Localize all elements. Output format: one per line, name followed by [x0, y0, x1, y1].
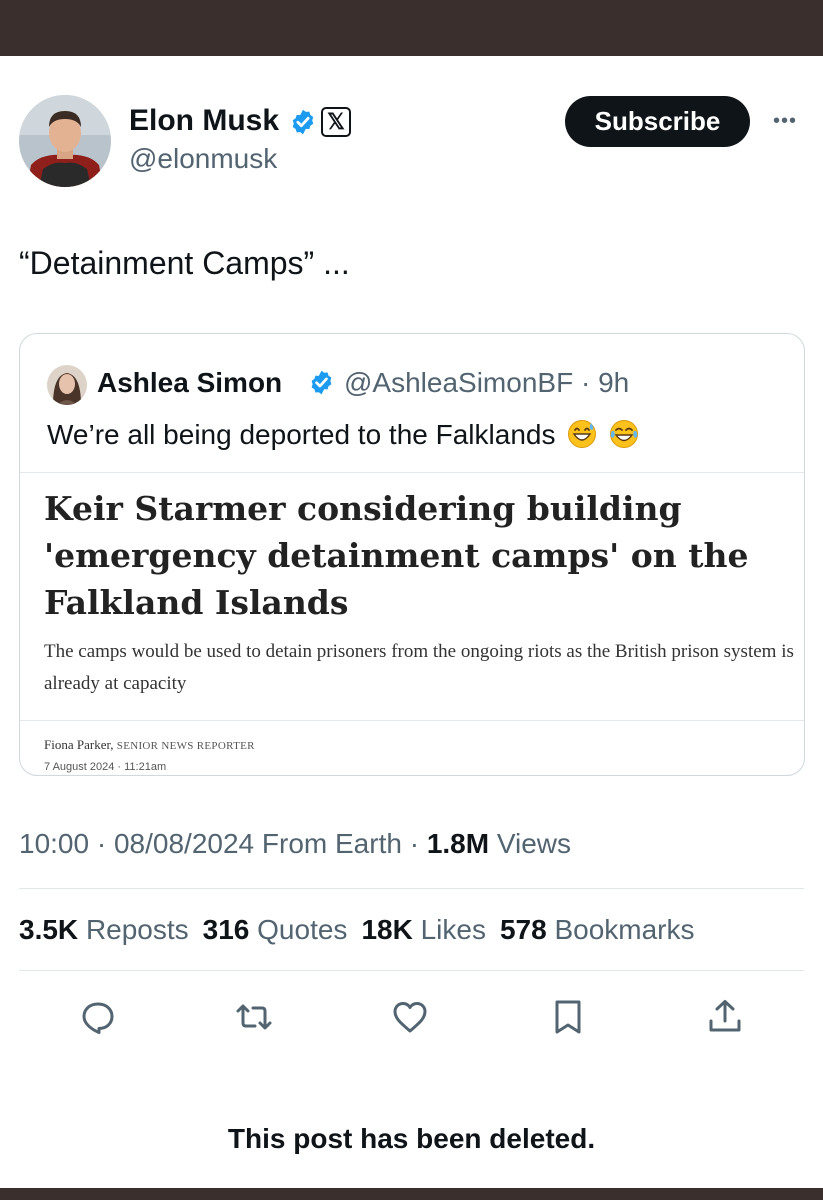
engagement-stats: 3.5K Reposts 316 Quotes 18K Likes 578 Bookm…: [19, 912, 695, 948]
quoted-post-text: We’re all being deported to the Falkland…: [47, 419, 556, 450]
article-date: 7 August 2024 · 11:21am: [44, 761, 167, 773]
more-options-icon[interactable]: •••: [768, 110, 802, 132]
bottom-frame-bar: [0, 1188, 823, 1200]
divider: [19, 888, 804, 889]
bookmarks-count: 578: [499, 914, 547, 945]
repost-icon[interactable]: [234, 997, 274, 1037]
bookmark-icon[interactable]: [548, 997, 588, 1037]
post-text: “Detainment Camps” ...: [19, 245, 350, 281]
likes-label: Likes: [420, 914, 486, 945]
reposts-stat[interactable]: 3.5K Reposts: [19, 914, 189, 945]
quoted-separator: ·: [580, 367, 591, 398]
quoted-author-handle-and-time[interactable]: @AshleaSimonBF · 9h: [344, 366, 629, 400]
author-handle[interactable]: @elonmusk: [129, 141, 277, 177]
quotes-label: Quotes: [257, 914, 348, 945]
divider: [19, 970, 804, 971]
quotes-stat[interactable]: 316 Quotes: [203, 914, 348, 945]
article-divider: [20, 720, 804, 721]
verified-badge-icon: [292, 109, 314, 135]
quoted-post-text-row: We’re all being deported to the Falkland…: [47, 417, 639, 453]
quoted-post-card[interactable]: Ashlea Simon @AshleaSimonBF · 9h We’re a…: [19, 333, 805, 776]
article-standfirst: The camps would be used to detain prison…: [44, 641, 794, 694]
likes-count: 18K: [361, 914, 413, 945]
deleted-post-notice: This post has been deleted.: [227, 1123, 596, 1154]
post-date[interactable]: 08/08/2024: [114, 828, 254, 859]
bookmarks-stat[interactable]: 578 Bookmarks: [500, 914, 695, 945]
likes-stat[interactable]: 18K Likes: [361, 914, 486, 945]
meta-separator: ·: [96, 828, 107, 859]
bookmarks-label: Bookmarks: [554, 914, 695, 945]
article-byline: Fiona Parker, SENIOR NEWS REPORTER: [44, 737, 255, 753]
meta-separator: ·: [409, 828, 420, 859]
reposts-label: Reposts: [85, 914, 189, 945]
views-label: Views: [496, 828, 572, 859]
quoted-verified-badge-icon: [311, 370, 332, 395]
like-icon[interactable]: [390, 997, 430, 1037]
article-screenshot[interactable]: Keir Starmer considering building 'emerg…: [20, 472, 804, 775]
quotes-count: 316: [202, 914, 250, 945]
quoted-author-name[interactable]: Ashlea Simon: [97, 366, 282, 400]
article-author-role: SENIOR NEWS REPORTER: [116, 740, 255, 752]
post-source: From Earth: [261, 828, 402, 859]
post-meta-line: 10:00 · 08/08/2024 From Earth · 1.8M Vie…: [19, 826, 571, 862]
post-time[interactable]: 10:00: [19, 828, 89, 859]
grinning-sweat-emoji: [568, 420, 597, 448]
article-headline: Keir Starmer considering building 'emerg…: [44, 489, 749, 622]
views-count: 1.8M: [426, 828, 490, 859]
quoted-author-avatar[interactable]: [47, 365, 87, 405]
x-affiliate-badge-icon: 𝕏: [321, 107, 351, 137]
author-name[interactable]: Elon Musk: [129, 103, 279, 139]
top-frame-bar: [0, 0, 823, 56]
share-icon[interactable]: [705, 997, 745, 1037]
quoted-handle[interactable]: @AshleaSimonBF: [344, 367, 573, 398]
tears-of-joy-emoji: [610, 420, 639, 448]
subscribe-button[interactable]: Subscribe: [565, 96, 750, 147]
reply-icon[interactable]: [78, 997, 118, 1037]
author-avatar[interactable]: [19, 95, 111, 187]
reposts-count: 3.5K: [19, 914, 79, 945]
quoted-time[interactable]: 9h: [598, 367, 629, 398]
article-author: Fiona Parker,: [44, 737, 114, 752]
